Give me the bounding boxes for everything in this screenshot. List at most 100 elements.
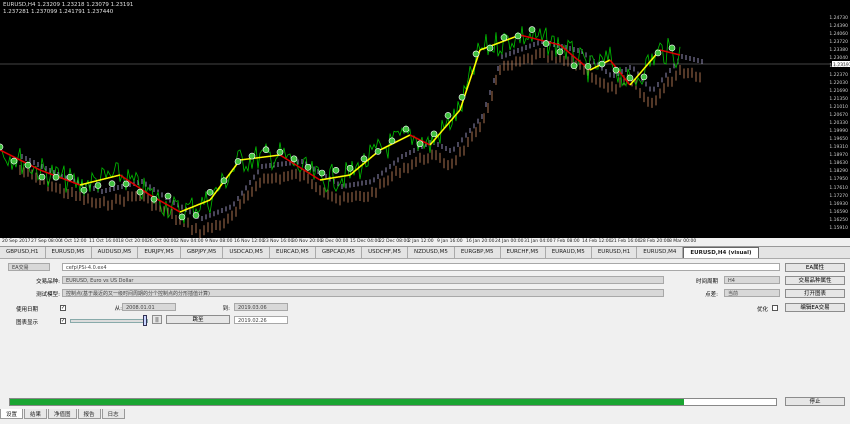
chart-tab[interactable]: EURAUD,M5 [546, 247, 592, 258]
open-chart-button[interactable]: 打开图表 [785, 289, 845, 298]
optimize-checkbox[interactable] [772, 305, 778, 311]
moving-average-segment [395, 140, 399, 143]
tester-tab[interactable]: 结果 [24, 409, 48, 419]
tester-tab[interactable]: 净值图 [48, 409, 77, 419]
chart-tab[interactable]: GBPCAD,M5 [316, 247, 363, 258]
chart-tab[interactable]: EURUSD,H4 (visual) [683, 247, 759, 258]
chart-tab[interactable]: USDCAD,M5 [223, 247, 270, 258]
moving-average-segment [641, 68, 645, 72]
price-chart[interactable]: 1.23191 EURUSD,H4 1.23209 1.23218 1.2307… [0, 0, 850, 238]
moving-average-segment [199, 202, 203, 205]
skip-date-field[interactable]: 2019.02.26 [234, 316, 288, 324]
chart-subtitle: 1.237281 1.237099 1.241791 1.237440 [3, 9, 114, 15]
chart-tab[interactable]: EURUSD,M5 [46, 247, 92, 258]
moving-average-segment [281, 155, 285, 159]
chart-tab[interactable]: AUDUSD,M5 [92, 247, 139, 258]
moving-average-segment [591, 67, 595, 70]
moving-average-segment [135, 185, 139, 188]
ea-type-select[interactable]: EA交易 [8, 263, 50, 271]
model-field[interactable]: 控制点(基于最近的又一级时间周期的分个控制点的分形插值计算) [62, 289, 664, 297]
chart-tab[interactable]: EURGBP,M5 [455, 247, 501, 258]
moving-average-segment [295, 164, 299, 167]
trade-marker [612, 66, 620, 74]
moving-average-segment [121, 175, 125, 179]
use-date-checkbox[interactable]: ✓ [60, 305, 66, 311]
moving-average-segment [285, 158, 289, 161]
moving-average-segment [103, 177, 107, 180]
chart-tab[interactable]: GBPJPY,M5 [181, 247, 224, 258]
chart-tab[interactable]: EURCHF,M5 [501, 247, 546, 258]
chart-tab[interactable]: EURUSD,H1 [592, 247, 638, 258]
tester-tab[interactable]: 日志 [101, 409, 125, 419]
moving-average-segment [181, 209, 185, 212]
moving-average-segment [133, 183, 137, 187]
moving-average-segment [45, 171, 49, 174]
chart-tab[interactable]: GBPUSD,H1 [0, 247, 46, 258]
visual-mode-label: 图表显示 [16, 320, 39, 326]
ea-properties-button[interactable]: EA属性 [785, 263, 845, 272]
moving-average-segment [159, 199, 163, 203]
price-tick-label: 1.17270 [829, 193, 848, 199]
moving-average-segment [189, 206, 193, 209]
modify-ea-button[interactable]: 编辑EA交易 [785, 303, 845, 312]
price-tick-label: 1.24060 [829, 32, 848, 38]
moving-average-segment [291, 161, 295, 165]
strategy-tester-panel: EA交易 cefp\PSi-4.0.ex4 交易品种: EURUSD, Euro… [0, 259, 850, 424]
moving-average-segment [79, 183, 83, 186]
moving-average-segment [387, 144, 391, 147]
price-tick-label: 1.21010 [829, 104, 848, 110]
symbol-field[interactable]: EURUSD, Euro vs US Dollar [62, 276, 664, 284]
period-select[interactable]: H4 [724, 276, 780, 284]
to-date-field[interactable]: 2019.03.06 [234, 303, 288, 311]
moving-average-segment [293, 163, 297, 166]
stop-button[interactable]: 停止 [785, 397, 845, 406]
moving-average-segment [31, 165, 35, 168]
moving-average-segment [523, 35, 527, 38]
time-tick-label: 20 Sep 2017 [2, 239, 31, 244]
moving-average-segment [549, 41, 553, 44]
from-date-field[interactable]: 2008.01.01 [122, 303, 176, 311]
chart-tab[interactable]: EURCAD,M5 [270, 247, 316, 258]
moving-average-segment [149, 194, 153, 197]
ea-path-field[interactable]: cefp\PSi-4.0.ex4 [62, 263, 780, 271]
moving-average-segment [37, 168, 41, 171]
tester-tab[interactable]: 设置 [0, 409, 24, 419]
time-tick-label: 15 Dec 04:00 [350, 239, 381, 244]
moving-average-segment [65, 179, 69, 182]
time-tick-label: 2 Jan 12:00 [408, 239, 434, 244]
trade-marker [164, 192, 172, 200]
price-tick-label: 1.18970 [829, 153, 848, 159]
moving-average-segment [539, 39, 543, 42]
chart-tab[interactable]: EURJPY,M5 [138, 247, 181, 258]
trade-marker [108, 180, 116, 188]
trade-marker [276, 148, 284, 156]
trade-marker [220, 177, 228, 185]
spread-select[interactable]: 当前 [724, 289, 780, 297]
time-tick-label: 8 Dec 00:00 [321, 239, 349, 244]
model-label: 测试模型: [36, 292, 60, 298]
trade-marker [248, 152, 256, 160]
speed-slider[interactable] [70, 319, 148, 323]
moving-average-segment [97, 179, 101, 182]
moving-average-segment [9, 154, 13, 157]
speed-slider-thumb[interactable] [143, 315, 147, 326]
moving-average-segment [529, 36, 533, 39]
symbol-properties-button[interactable]: 交易品种属性 [785, 276, 845, 285]
moving-average-segment [119, 174, 123, 177]
chart-tab[interactable]: USDCHF,M5 [362, 247, 408, 258]
visual-mode-checkbox[interactable]: ✓ [60, 318, 66, 324]
skip-to-button[interactable]: 跳至 [166, 315, 230, 324]
time-tick-label: 23 Nov 16:00 [263, 239, 294, 244]
chart-tab[interactable]: EURUSD,M4 [637, 247, 684, 258]
price-tick-label: 1.17610 [829, 185, 848, 191]
time-tick-label: 22 Dec 08:00 [379, 239, 410, 244]
moving-average-segment [289, 160, 293, 164]
chart-tab[interactable]: NZDUSD,M5 [408, 247, 455, 258]
tester-tab[interactable]: 报告 [77, 409, 101, 419]
pause-button[interactable]: || [152, 315, 162, 324]
moving-average-segment [565, 49, 569, 53]
moving-average-segment [405, 135, 409, 138]
moving-average-segment [143, 190, 147, 193]
price-tick-label: 1.18290 [829, 169, 848, 175]
moving-average-segment [495, 42, 499, 45]
